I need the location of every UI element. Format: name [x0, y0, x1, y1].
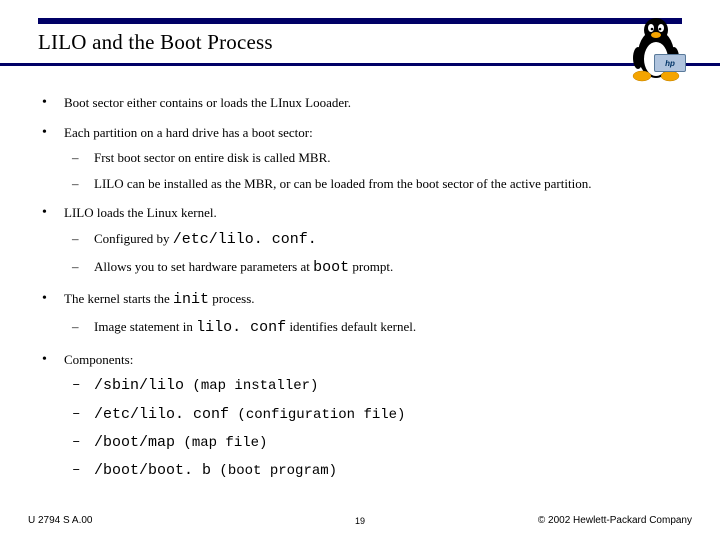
bullet-text: Boot sector either contains or loads the… [64, 95, 351, 110]
bullet-item: Each partition on a hard drive has a boo… [38, 124, 682, 193]
hp-logo-icon: hp [654, 54, 686, 72]
sub-text: prompt. [349, 259, 393, 274]
hp-logo-text: hp [665, 59, 675, 68]
sub-list: Frst boot sector on entire disk is calle… [64, 149, 682, 192]
code-text: /etc/lilo. conf. [173, 231, 317, 248]
sub-item: Allows you to set hardware parameters at… [64, 258, 682, 278]
sub-list: Image statement in lilo. conf identifies… [64, 318, 682, 338]
sub-text: (configuration file) [229, 407, 405, 423]
sub-item: /boot/map (map file) [64, 433, 682, 453]
sub-text: (boot program) [211, 463, 337, 479]
sub-text: LILO can be installed as the MBR, or can… [94, 176, 591, 191]
page-number: 19 [355, 516, 365, 526]
bullet-text: The kernel starts the [64, 291, 173, 306]
sub-item: Image statement in lilo. conf identifies… [64, 318, 682, 338]
bullet-list: Boot sector either contains or loads the… [38, 94, 682, 481]
sub-item: LILO can be installed as the MBR, or can… [64, 175, 682, 193]
bullet-text: process. [209, 291, 255, 306]
slide-container: LILO and the Boot Process hp Boot sector… [0, 0, 720, 540]
sub-text: (map file) [175, 435, 267, 451]
sub-list: /sbin/lilo (map installer) /etc/lilo. co… [64, 376, 682, 481]
code-text: lilo. conf [196, 319, 286, 336]
bullet-item: Boot sector either contains or loads the… [38, 94, 682, 112]
sub-text: (map installer) [184, 378, 318, 394]
bullet-text: Components: [64, 352, 133, 367]
code-text: /boot/boot. b [94, 462, 211, 479]
sub-item: /boot/boot. b (boot program) [64, 461, 682, 481]
sub-text: Frst boot sector on entire disk is calle… [94, 150, 331, 165]
bullet-text: LILO loads the Linux kernel. [64, 205, 217, 220]
code-text: /etc/lilo. conf [94, 406, 229, 423]
title-underline [0, 63, 720, 66]
sub-text: identifies default kernel. [286, 319, 416, 334]
footer-copyright: © 2002 Hewlett-Packard Company [538, 515, 692, 526]
bullet-text: Each partition on a hard drive has a boo… [64, 125, 313, 140]
sub-item: Frst boot sector on entire disk is calle… [64, 149, 682, 167]
title-bar: LILO and the Boot Process [38, 18, 682, 55]
code-text: boot [313, 259, 349, 276]
footer-left: U 2794 S A.00 [28, 515, 93, 526]
bullet-item: Components: /sbin/lilo (map installer) /… [38, 351, 682, 482]
tux-icon [626, 14, 686, 84]
bullet-item: The kernel starts the init process. Imag… [38, 290, 682, 339]
sub-item: Configured by /etc/lilo. conf. [64, 230, 682, 250]
sub-text: Allows you to set hardware parameters at [94, 259, 313, 274]
sub-list: Configured by /etc/lilo. conf. Allows yo… [64, 230, 682, 279]
sub-text: Configured by [94, 231, 173, 246]
code-text: init [173, 291, 209, 308]
sub-text: Image statement in [94, 319, 196, 334]
footer: U 2794 S A.00 19 © 2002 Hewlett-Packard … [0, 504, 720, 528]
code-text: /boot/map [94, 434, 175, 451]
sub-item: /etc/lilo. conf (configuration file) [64, 405, 682, 425]
code-text: /sbin/lilo [94, 377, 184, 394]
sub-item: /sbin/lilo (map installer) [64, 376, 682, 396]
slide-title: LILO and the Boot Process [38, 30, 682, 55]
bullet-item: LILO loads the Linux kernel. Configured … [38, 204, 682, 278]
